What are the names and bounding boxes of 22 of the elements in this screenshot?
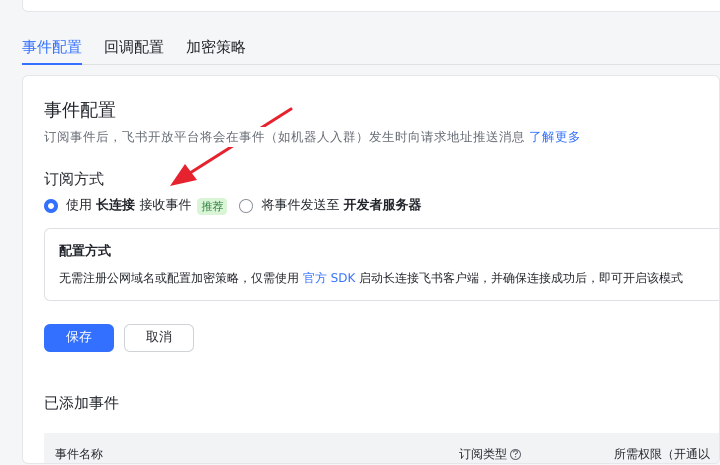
config-text: 无需注册公网域名或配置加密策略，仅需使用 官方 SDK 启动长连接飞书客户端，并确保连接成功后，即可开启该模式 [59, 270, 684, 287]
tab[interactable]: 事件配置 [22, 30, 82, 65]
radio-label: 使用 长连接 接收事件 [66, 196, 192, 216]
radio-label: 将事件发送至 开发者服务器 [261, 197, 422, 216]
column-header: 事件名称 [55, 446, 103, 463]
tab[interactable]: 回调配置 [104, 30, 164, 65]
section-title: 事件配置 [44, 99, 117, 123]
help-icon[interactable] [510, 448, 521, 460]
config-title: 配置方式 [59, 242, 112, 261]
recommend-badge: 推荐 [197, 198, 228, 214]
tab[interactable]: 加密策略 [186, 30, 246, 65]
learn-more-link[interactable]: 了解更多 [528, 129, 581, 144]
subscription-title: 订阅方式 [44, 169, 105, 190]
column-header: 所需权限（开通以 [614, 446, 710, 463]
save-button[interactable]: 保存 [44, 324, 114, 352]
radio-button[interactable] [239, 199, 254, 213]
column-header: 订阅类型 [459, 446, 507, 463]
radio-button[interactable] [44, 199, 58, 213]
sdk-link[interactable]: 官方 SDK [302, 271, 356, 285]
cancel-button[interactable]: 取消 [124, 324, 194, 352]
section-description: 订阅事件后，飞书开放平台将会在事件（如机器人入群）发生时向请求地址推送消息 了解更多 [44, 127, 581, 147]
added-events-title: 已添加事件 [44, 393, 120, 414]
